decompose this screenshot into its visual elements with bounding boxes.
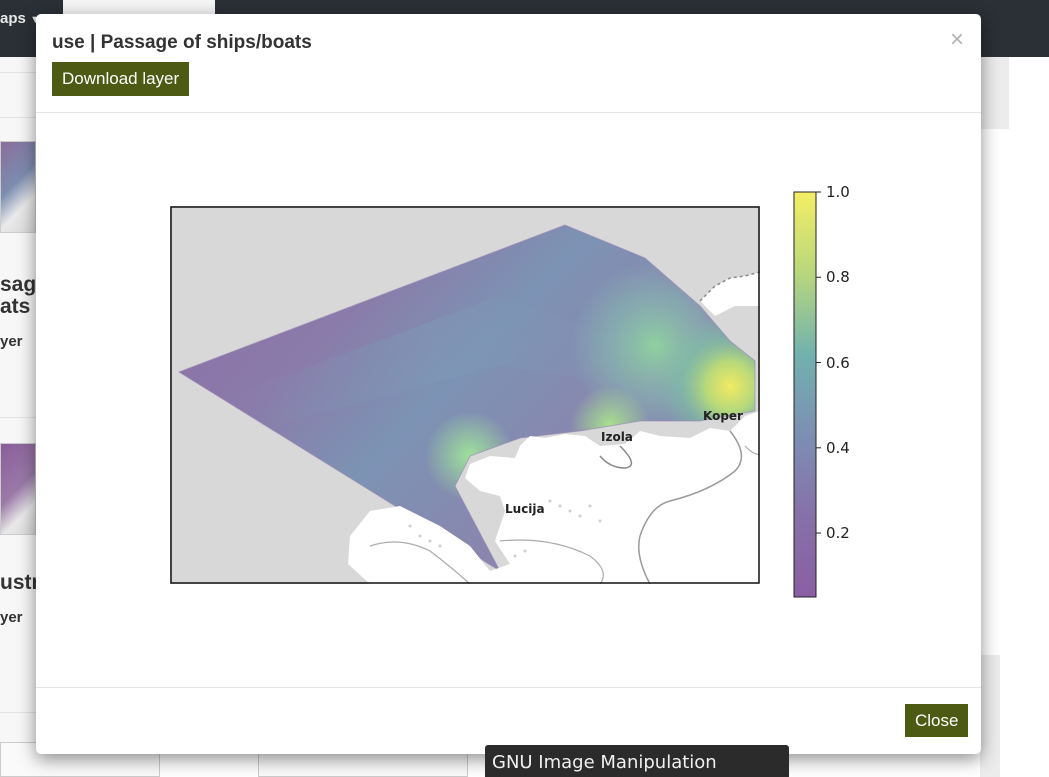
background-card-thumbnail[interactable] bbox=[0, 443, 36, 535]
place-label-koper: Koper bbox=[703, 409, 743, 423]
background-edge bbox=[980, 655, 1000, 777]
background-edge bbox=[980, 57, 1009, 129]
colorbar-tick-label: 0.8 bbox=[826, 268, 850, 287]
taskbar-tooltip: GNU Image Manipulation Program bbox=[485, 745, 789, 777]
colorbar-tick-label: 0.4 bbox=[826, 438, 850, 457]
nav-maps-label: aps bbox=[0, 10, 26, 27]
colorbar-tick-label: 1.0 bbox=[826, 183, 850, 201]
divider bbox=[0, 72, 36, 73]
divider bbox=[0, 117, 36, 118]
colorbar-tick-label: 0.6 bbox=[826, 353, 850, 372]
colorbar-ticks bbox=[816, 191, 821, 534]
background-card-subtitle: yer bbox=[0, 609, 23, 626]
modal-title: use | Passage of ships/boats bbox=[52, 32, 312, 53]
colorbar-tick-label: 0.2 bbox=[826, 524, 850, 543]
nav-maps-menu[interactable]: aps ▼ bbox=[0, 10, 41, 27]
modal-footer-divider bbox=[36, 687, 981, 688]
background-card-subtitle: yer bbox=[0, 333, 23, 350]
download-layer-button[interactable]: Download layer bbox=[52, 62, 190, 96]
heatmap-map bbox=[170, 206, 760, 584]
divider bbox=[0, 712, 36, 713]
modal-header: use | Passage of ships/boats × Download … bbox=[36, 14, 981, 113]
close-button[interactable]: Close bbox=[905, 704, 969, 737]
colorbar bbox=[793, 191, 821, 598]
background-card-title[interactable]: ustr bbox=[0, 572, 40, 594]
close-icon[interactable]: × bbox=[950, 28, 964, 52]
background-card-thumbnail[interactable] bbox=[0, 141, 36, 233]
divider bbox=[0, 417, 36, 418]
place-label-izola: Izola bbox=[601, 430, 633, 444]
place-label-lucija: Lucija bbox=[505, 502, 545, 516]
